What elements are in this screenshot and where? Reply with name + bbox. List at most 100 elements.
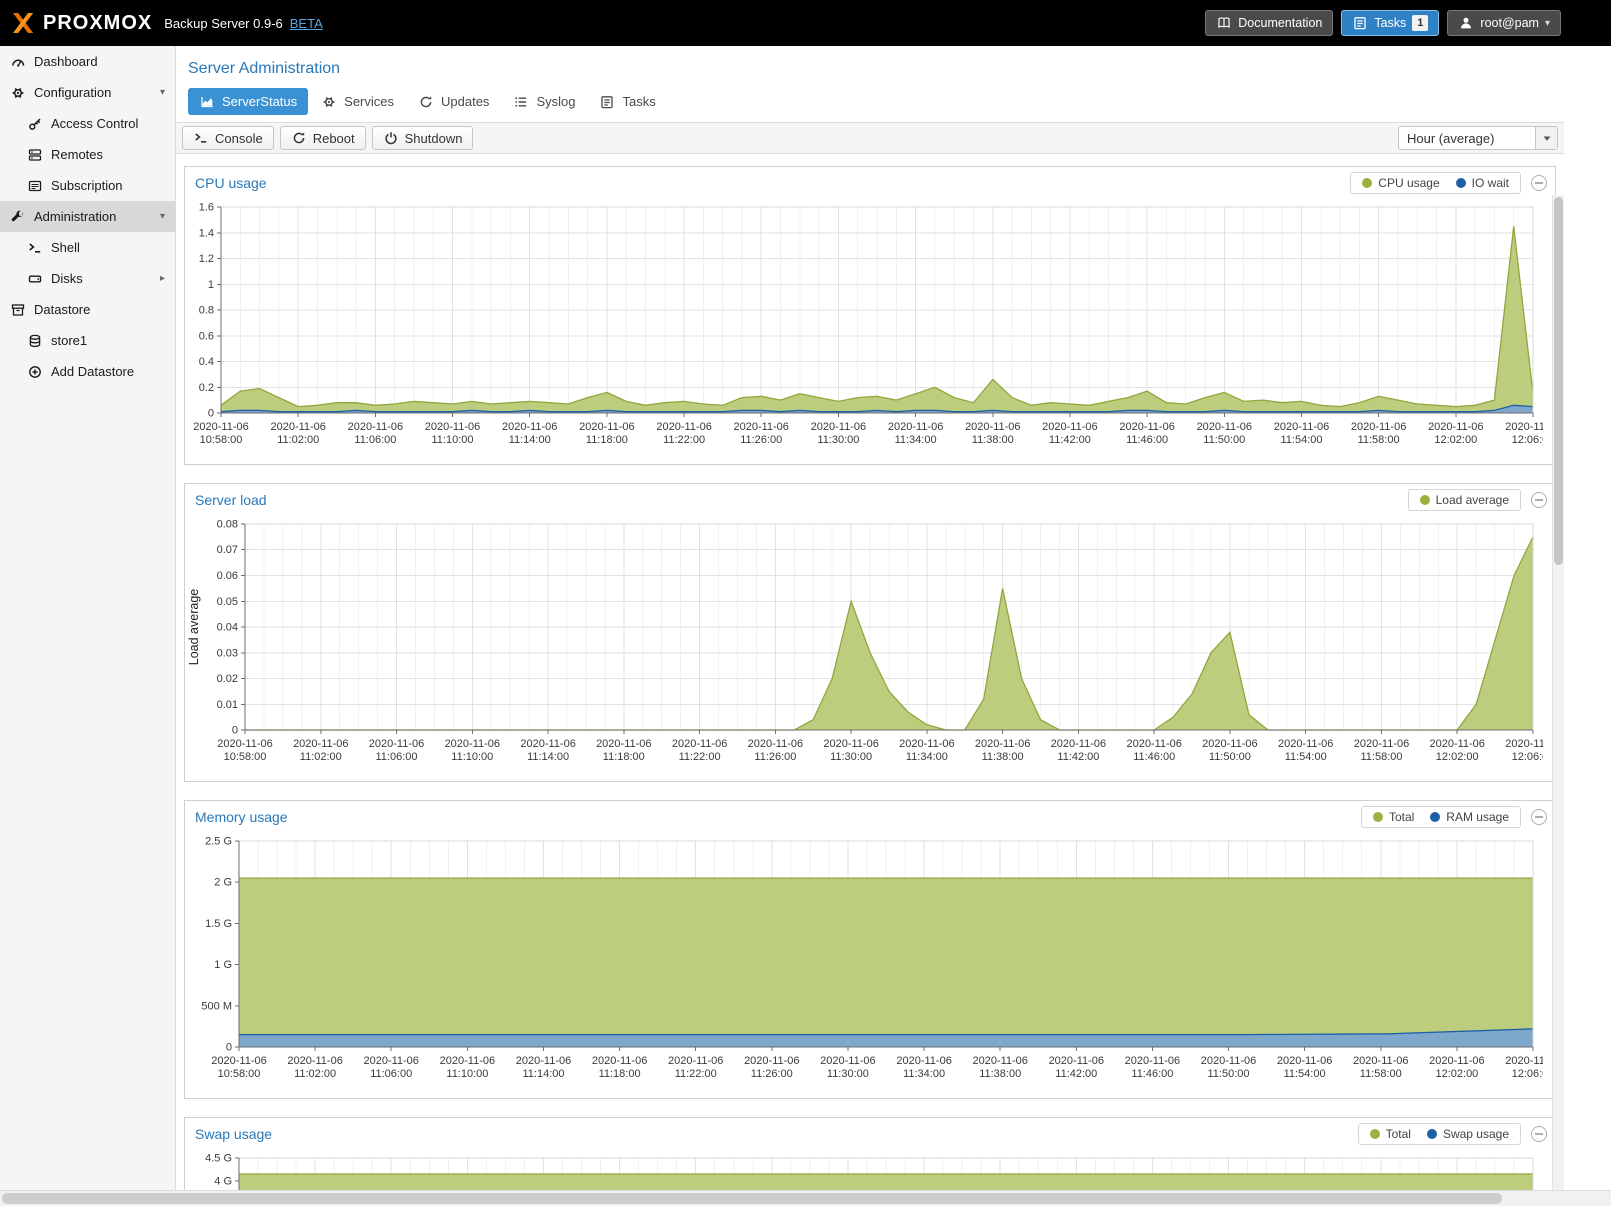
horizontal-scrollbar[interactable] <box>0 1190 1611 1206</box>
svg-text:2020-11-06: 2020-11-06 <box>445 738 500 750</box>
svg-text:12:06:00: 12:06:00 <box>1512 1068 1543 1080</box>
shutdown-button[interactable]: Shutdown <box>372 126 474 150</box>
sidebar-item-subscription[interactable]: Subscription <box>0 170 175 201</box>
svg-text:2020-11-06: 2020-11-06 <box>823 738 878 750</box>
sidebar-nav: DashboardConfiguration▾Access ControlRem… <box>0 46 175 387</box>
svg-text:12:02:00: 12:02:00 <box>1436 751 1479 763</box>
collapse-panel-button[interactable] <box>1531 1126 1547 1142</box>
database-icon <box>27 334 43 348</box>
svg-text:2020-11-06: 2020-11-06 <box>811 421 866 433</box>
tasks-count-badge: 1 <box>1412 15 1428 31</box>
console-button[interactable]: Console <box>182 126 274 150</box>
combo-trigger[interactable] <box>1535 127 1557 149</box>
legend-dot <box>1427 1129 1437 1139</box>
legend-item: Swap usage <box>1427 1127 1509 1141</box>
svg-text:2020-11-06: 2020-11-06 <box>579 421 634 433</box>
svg-text:11:58:00: 11:58:00 <box>1358 434 1400 446</box>
tasks-button[interactable]: Tasks 1 <box>1341 10 1439 36</box>
sidebar-item-label: Add Datastore <box>51 364 134 379</box>
svg-text:11:58:00: 11:58:00 <box>1360 751 1402 763</box>
chart-legend: CPU usageIO wait <box>1350 172 1521 194</box>
sidebar-item-dashboard[interactable]: Dashboard <box>0 46 175 77</box>
tab-services[interactable]: Services <box>310 88 405 115</box>
timeframe-value: Hour (average) <box>1399 131 1535 146</box>
sidebar-item-remotes[interactable]: Remotes <box>0 139 175 170</box>
svg-text:2020-11-06: 2020-11-06 <box>1505 1055 1543 1067</box>
tab-tasks[interactable]: Tasks <box>588 88 666 115</box>
collapse-panel-button[interactable] <box>1531 175 1547 191</box>
svg-text:2020-11-06: 2020-11-06 <box>733 421 788 433</box>
svg-text:0.02: 0.02 <box>217 673 238 685</box>
sidebar-item-add-datastore[interactable]: Add Datastore <box>0 356 175 387</box>
archive-icon <box>10 303 26 317</box>
legend-dot <box>1456 178 1466 188</box>
chevron-down-icon: ▾ <box>1545 18 1550 29</box>
timeframe-combobox[interactable]: Hour (average) <box>1398 126 1558 150</box>
panel-title: CPU usage <box>195 175 1350 191</box>
vertical-scrollbar-thumb[interactable] <box>1554 197 1563 565</box>
svg-text:11:50:00: 11:50:00 <box>1207 1068 1249 1080</box>
panel-load: Server loadLoad average00.010.020.030.04… <box>184 483 1556 782</box>
svg-text:2.5 G: 2.5 G <box>205 836 232 848</box>
sidebar-item-access-control[interactable]: Access Control <box>0 108 175 139</box>
tab-updates[interactable]: Updates <box>407 88 500 115</box>
beta-link[interactable]: BETA <box>290 16 323 31</box>
tasks-label: Tasks <box>1374 16 1406 30</box>
svg-text:11:14:00: 11:14:00 <box>527 751 569 763</box>
collapse-panel-button[interactable] <box>1531 809 1547 825</box>
sidebar-item-configuration[interactable]: Configuration▾ <box>0 77 175 108</box>
legend-label: CPU usage <box>1378 176 1439 190</box>
svg-text:2020-11-06: 2020-11-06 <box>744 1055 799 1067</box>
sidebar-item-disks[interactable]: Disks▸ <box>0 263 175 294</box>
tab-serverstatus[interactable]: ServerStatus <box>188 88 308 115</box>
tab-label: ServerStatus <box>222 94 297 109</box>
vertical-scrollbar[interactable] <box>1552 195 1564 1190</box>
svg-text:Load average: Load average <box>187 589 201 666</box>
svg-text:2020-11-06: 2020-11-06 <box>896 1055 951 1067</box>
svg-text:11:50:00: 11:50:00 <box>1203 434 1245 446</box>
sidebar-item-shell[interactable]: Shell <box>0 232 175 263</box>
svg-text:11:34:00: 11:34:00 <box>903 1068 945 1080</box>
svg-text:11:22:00: 11:22:00 <box>675 1068 717 1080</box>
svg-text:11:46:00: 11:46:00 <box>1133 751 1175 763</box>
svg-text:11:30:00: 11:30:00 <box>830 751 872 763</box>
reboot-button[interactable]: Reboot <box>280 126 366 150</box>
proxmox-logo: PROXMOX <box>10 12 152 35</box>
svg-text:2020-11-06: 2020-11-06 <box>1278 738 1333 750</box>
svg-text:0.08: 0.08 <box>217 519 238 531</box>
chevron-down-icon: ▾ <box>160 211 165 222</box>
sidebar-item-store1[interactable]: store1 <box>0 325 175 356</box>
sidebar-item-label: Disks <box>51 271 83 286</box>
user-label: root@pam <box>1480 16 1539 30</box>
svg-text:2020-11-06: 2020-11-06 <box>1119 421 1174 433</box>
svg-text:2020-11-06: 2020-11-06 <box>596 738 651 750</box>
svg-text:11:10:00: 11:10:00 <box>446 1068 488 1080</box>
legend-dot <box>1430 812 1440 822</box>
legend-dot <box>1370 1129 1380 1139</box>
panel-swap: Swap usageTotalSwap usage0500 M1 G1.5 G2… <box>184 1117 1556 1190</box>
main-content: Server Administration ServerStatusServic… <box>176 46 1564 1190</box>
panel-title: Swap usage <box>195 1126 1358 1142</box>
user-menu-button[interactable]: root@pam ▾ <box>1447 10 1561 36</box>
svg-text:2020-11-06: 2020-11-06 <box>975 738 1030 750</box>
horizontal-scrollbar-thumb[interactable] <box>2 1193 1502 1204</box>
legend-item: Load average <box>1420 493 1509 507</box>
svg-text:11:42:00: 11:42:00 <box>1057 751 1099 763</box>
documentation-button[interactable]: Documentation <box>1205 10 1333 36</box>
svg-text:2020-11-06: 2020-11-06 <box>899 738 954 750</box>
svg-text:11:38:00: 11:38:00 <box>979 1068 1021 1080</box>
tab-syslog[interactable]: Syslog <box>502 88 586 115</box>
svg-text:2020-11-06: 2020-11-06 <box>369 738 424 750</box>
svg-text:1 G: 1 G <box>214 959 232 971</box>
svg-text:1.4: 1.4 <box>199 227 214 239</box>
chart-legend: TotalSwap usage <box>1358 1123 1521 1145</box>
svg-text:0.2: 0.2 <box>199 382 214 394</box>
chart-body: 00.010.020.030.040.050.060.070.082020-11… <box>185 515 1555 781</box>
sidebar-item-administration[interactable]: Administration▾ <box>0 201 175 232</box>
svg-text:0: 0 <box>232 725 238 737</box>
svg-text:2020-11-06: 2020-11-06 <box>1505 738 1543 750</box>
collapse-panel-button[interactable] <box>1531 492 1547 508</box>
sidebar-item-datastore[interactable]: Datastore <box>0 294 175 325</box>
legend-label: RAM usage <box>1446 810 1509 824</box>
product-version: Backup Server 0.9-6 <box>164 16 283 31</box>
